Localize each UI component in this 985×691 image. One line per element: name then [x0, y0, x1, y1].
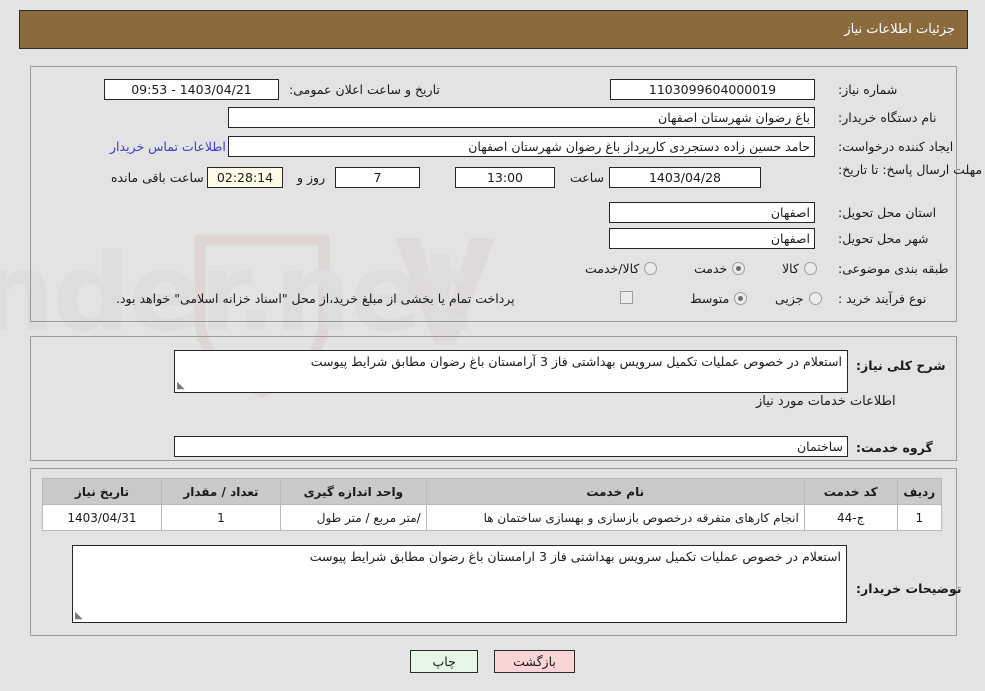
- treasury-note-text: پرداخت تمام یا بخشی از مبلغ خرید،از محل …: [116, 291, 515, 306]
- summary-label-wrap: شرح کلی نیاز:: [856, 358, 945, 373]
- city-label: شهر محل تحویل:: [838, 231, 929, 246]
- buyer-notes-value: استعلام در خصوص عملیات تکمیل سرویس بهداش…: [309, 549, 841, 564]
- category-option-service[interactable]: خدمت: [694, 261, 746, 276]
- buyer-org-label: نام دستگاه خریدار:: [838, 110, 937, 125]
- deadline-hour-label-wrap: ساعت: [570, 170, 604, 185]
- treasury-checkbox[interactable]: [620, 291, 633, 304]
- deadline-label: مهلت ارسال پاسخ: تا تاریخ:: [838, 162, 983, 177]
- radio-medium-icon[interactable]: [734, 292, 748, 305]
- category-option-goods-service-label: کالا/خدمت: [585, 261, 640, 276]
- resize-grip-icon[interactable]: ◢: [177, 380, 187, 391]
- province-value: اصفهان: [609, 202, 815, 223]
- buyer-org-value: باغ رضوان شهرستان اصفهان: [228, 107, 815, 128]
- col-code: کد خدمت: [803, 478, 898, 505]
- process-option-minor-label: جزیی: [775, 291, 804, 306]
- service-group-value: ساختمان: [174, 436, 848, 457]
- services-table: ردیف کد خدمت نام خدمت واحد اندازه گیری ت…: [42, 478, 943, 531]
- deadline-days-label-wrap: روز و: [297, 170, 325, 185]
- table-row: 1 ج-44 انجام کارهای متفرقه درخصوص بازساز…: [42, 504, 943, 531]
- resize-grip-icon[interactable]: ◢: [75, 610, 85, 621]
- col-name: نام خدمت: [425, 478, 805, 505]
- creator-value: حامد حسین زاده دستجردی کارپرداز باغ رضوا…: [228, 136, 815, 157]
- deadline-label-wrap: مهلت ارسال پاسخ: تا تاریخ:: [838, 162, 982, 178]
- cell-name: انجام کارهای متفرقه درخصوص بازسازی و بهس…: [425, 504, 805, 531]
- page-title-bar: جزئیات اطلاعات نیاز: [19, 10, 968, 49]
- cell-row: 1: [896, 504, 943, 531]
- creator-label: ایجاد کننده درخواست:: [838, 139, 954, 154]
- announce-label-wrap: تاریخ و ساعت اعلان عمومی:: [289, 82, 440, 97]
- process-option-minor[interactable]: جزیی: [775, 291, 822, 306]
- buyer-contact-link[interactable]: اطلاعات تماس خریدار: [110, 139, 226, 154]
- category-option-goods-label: کالا: [782, 261, 799, 276]
- deadline-timer-label: ساعت باقی مانده: [111, 170, 204, 185]
- category-option-goods[interactable]: کالا: [782, 261, 817, 276]
- creator-label-wrap: ایجاد کننده درخواست:: [838, 139, 953, 154]
- deadline-days-value: 7: [335, 167, 420, 188]
- radio-service-icon[interactable]: [732, 262, 746, 275]
- service-group-label-wrap: گروه خدمت:: [856, 440, 933, 455]
- buyer-notes-textarea[interactable]: استعلام در خصوص عملیات تکمیل سرویس بهداش…: [72, 545, 847, 623]
- cell-unit: /متر مربع / متر طول: [279, 504, 427, 531]
- radio-goods-service-icon[interactable]: [644, 262, 658, 275]
- service-group-label: گروه خدمت:: [856, 440, 933, 455]
- deadline-countdown-timer: 02:28:14: [207, 167, 283, 188]
- summary-textarea[interactable]: استعلام در خصوص عملیات تکمیل سرویس بهداش…: [174, 350, 848, 393]
- col-date: تاریخ نیاز: [42, 478, 162, 505]
- cell-code: ج-44: [803, 504, 898, 531]
- table-header-row: ردیف کد خدمت نام خدمت واحد اندازه گیری ت…: [42, 478, 943, 505]
- process-label-wrap: نوع فرآیند خرید :: [838, 291, 926, 306]
- need-info-panel: [30, 66, 957, 322]
- process-label: نوع فرآیند خرید :: [838, 291, 927, 306]
- contact-link-wrap[interactable]: اطلاعات تماس خریدار: [110, 139, 226, 154]
- col-row: ردیف: [896, 478, 943, 505]
- print-button[interactable]: چاپ: [410, 650, 479, 673]
- cell-date: 1403/04/31: [42, 504, 162, 531]
- radio-minor-icon[interactable]: [808, 292, 822, 305]
- need-number-label-wrap: شماره نیاز:: [838, 82, 897, 97]
- process-option-medium-label: متوسط: [690, 291, 730, 306]
- announce-date-label: تاریخ و ساعت اعلان عمومی:: [289, 82, 440, 97]
- need-number-value: 1103099604000019: [610, 79, 815, 100]
- buyer-org-label-wrap: نام دستگاه خریدار:: [838, 110, 936, 125]
- treasury-checkbox-wrap[interactable]: [620, 291, 633, 304]
- deadline-hour-label: ساعت: [570, 170, 605, 185]
- category-label: طبقه بندی موضوعی:: [838, 261, 949, 276]
- back-button[interactable]: بازگشت: [494, 650, 575, 673]
- city-value: اصفهان: [609, 228, 815, 249]
- page-title: جزئیات اطلاعات نیاز: [844, 22, 955, 37]
- province-label-wrap: استان محل تحویل:: [838, 205, 936, 220]
- summary-value: استعلام در خصوص عملیات تکمیل سرویس بهداش…: [310, 354, 842, 369]
- treasury-note-wrap: پرداخت تمام یا بخشی از مبلغ خرید،از محل …: [116, 291, 515, 306]
- button-bar: بازگشت چاپ: [0, 650, 985, 673]
- deadline-date-value: 1403/04/28: [609, 167, 761, 188]
- province-label: استان محل تحویل:: [838, 205, 937, 220]
- deadline-days-label: روز و: [297, 170, 326, 185]
- deadline-hour-value: 13:00: [455, 167, 555, 188]
- category-label-wrap: طبقه بندی موضوعی:: [838, 261, 949, 276]
- radio-goods-icon[interactable]: [803, 262, 817, 275]
- buyer-notes-label-wrap: توضیحات خریدار:: [856, 581, 962, 596]
- category-option-goods-service[interactable]: کالا/خدمت: [585, 261, 658, 276]
- cell-quantity: 1: [160, 504, 281, 531]
- col-unit: واحد اندازه گیری: [279, 478, 427, 505]
- buyer-notes-label: توضیحات خریدار:: [856, 581, 962, 596]
- deadline-timer-label-wrap: ساعت باقی مانده: [111, 170, 204, 185]
- services-heading: اطلاعات خدمات مورد نیاز: [756, 394, 896, 409]
- category-option-service-label: خدمت: [694, 261, 728, 276]
- announce-date-value: 1403/04/21 - 09:53: [104, 79, 279, 100]
- process-option-medium[interactable]: متوسط: [690, 291, 748, 306]
- summary-label: شرح کلی نیاز:: [856, 358, 946, 373]
- need-number-label: شماره نیاز:: [838, 82, 898, 97]
- col-quantity: تعداد / مقدار: [160, 478, 281, 505]
- city-label-wrap: شهر محل تحویل:: [838, 231, 928, 246]
